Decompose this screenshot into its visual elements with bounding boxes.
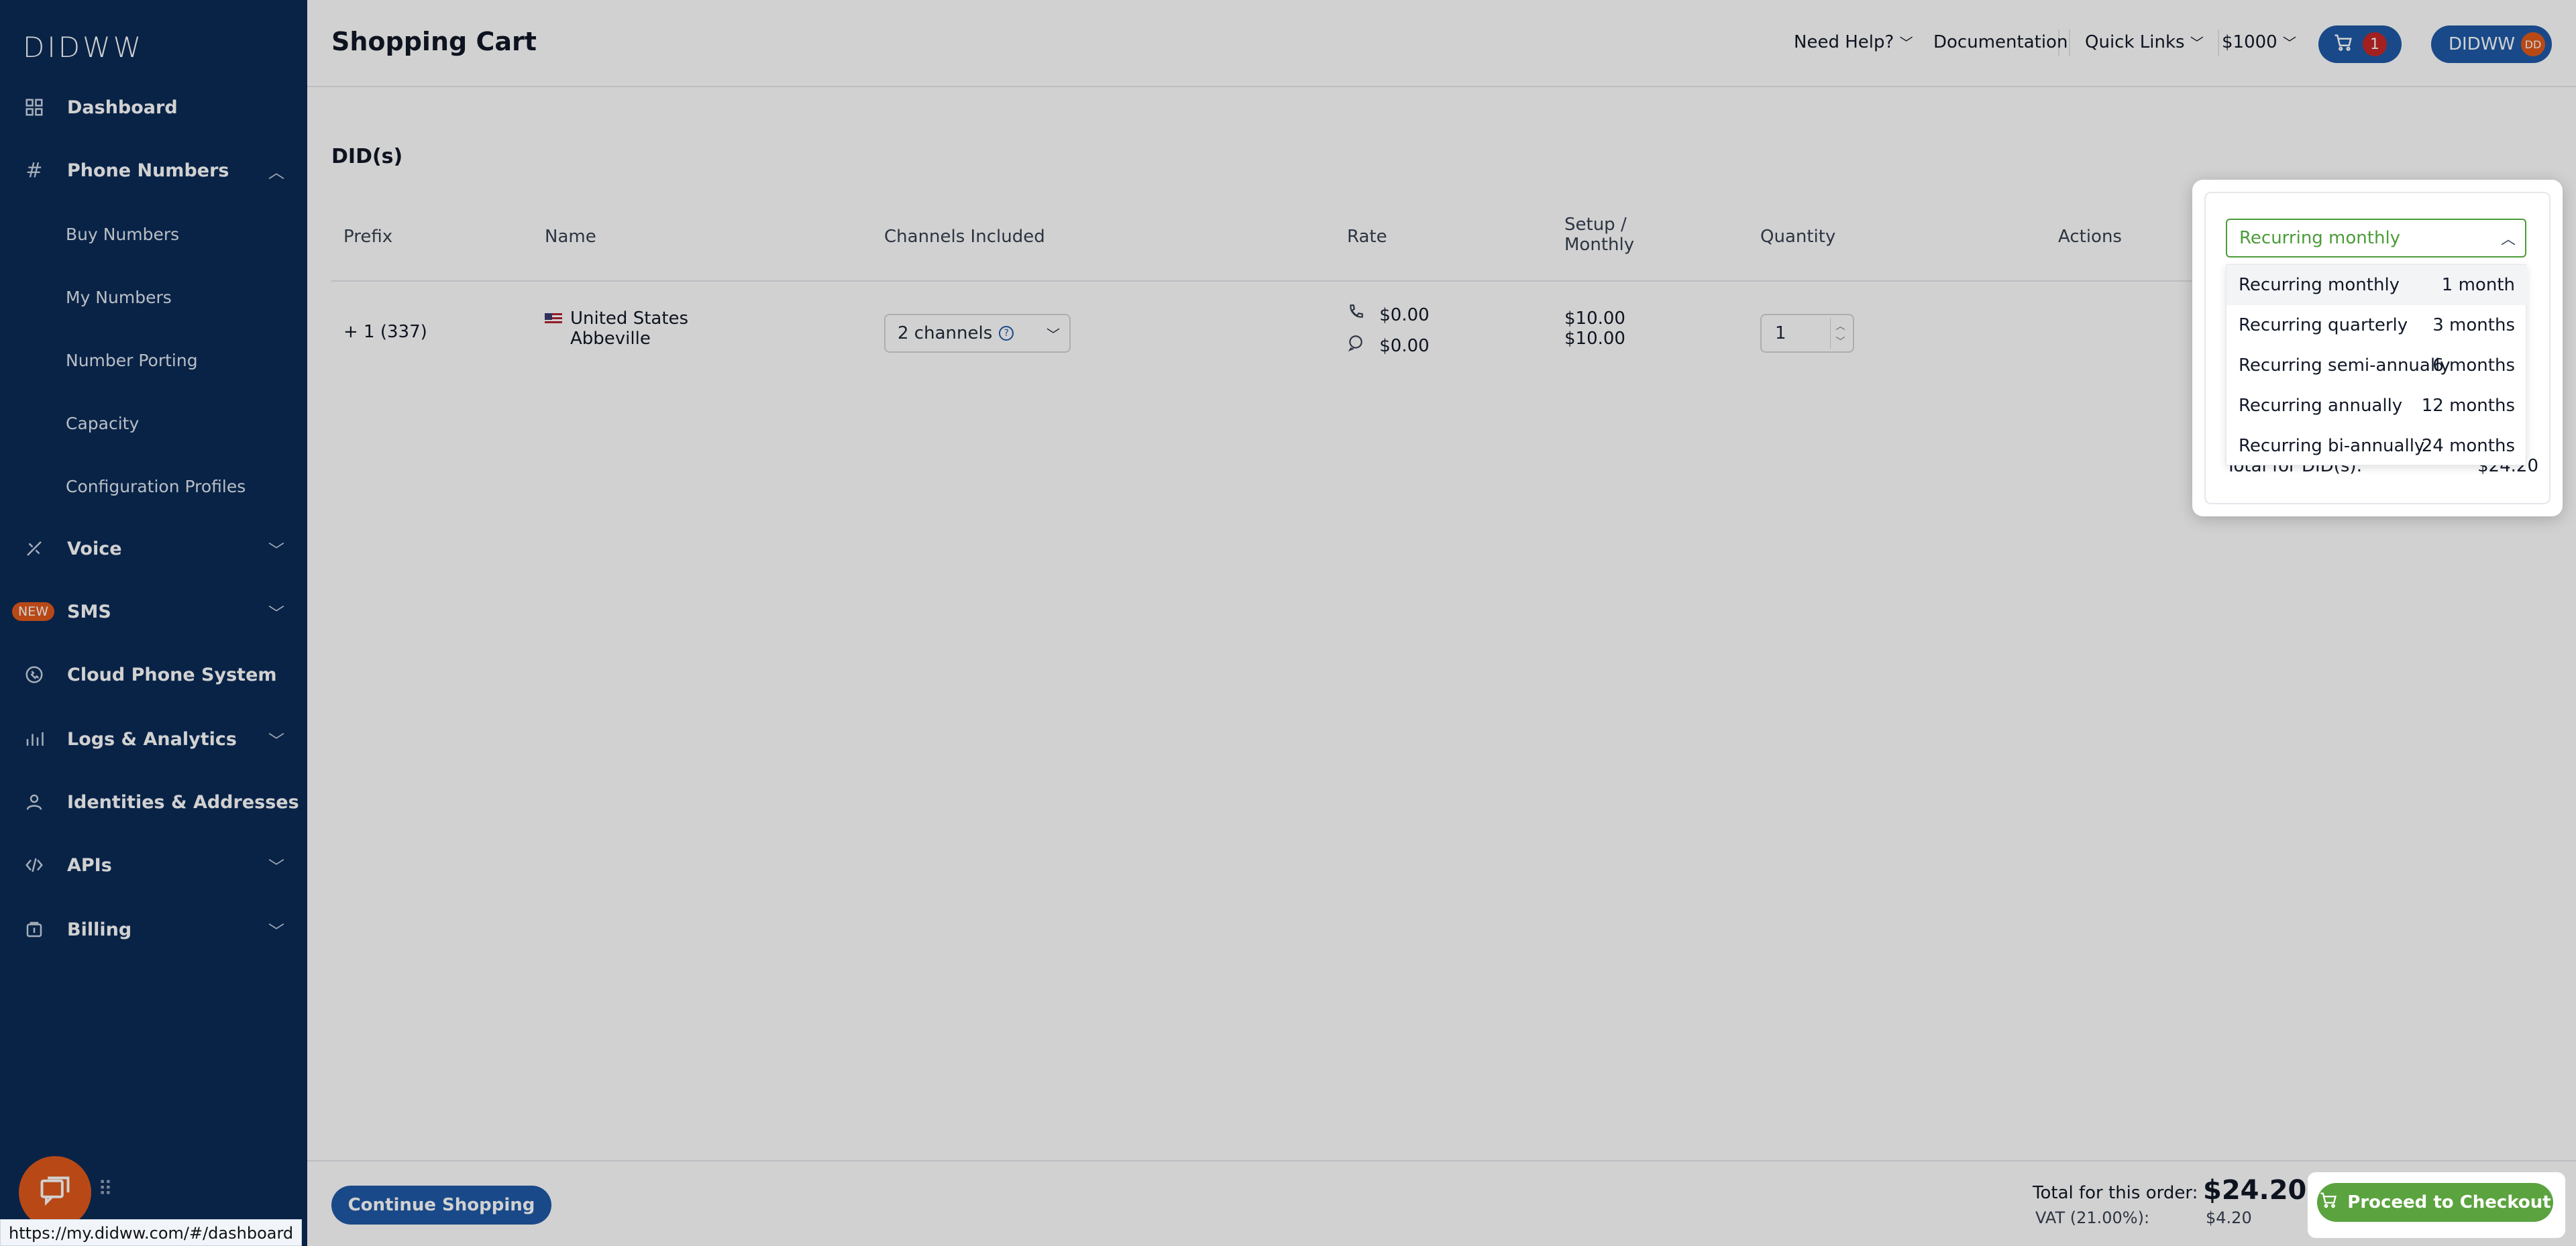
- option-label: Recurring monthly: [2239, 275, 2400, 295]
- option-period: 24 months: [2421, 436, 2515, 456]
- status-bar-url: https://my.didww.com/#/dashboard: [0, 1219, 303, 1246]
- option-label: Recurring bi-annually: [2239, 436, 2425, 456]
- option-period: 6 months: [2432, 355, 2515, 376]
- billing-period-select[interactable]: Recurring monthly ︿: [2226, 219, 2526, 258]
- proceed-to-checkout-button[interactable]: Proceed to Checkout: [2317, 1183, 2553, 1222]
- billing-period-dropdown: Recurring monthly 1 month Recurring quar…: [2226, 264, 2527, 466]
- modal-overlay[interactable]: [0, 0, 2576, 1246]
- option-period: 3 months: [2432, 315, 2515, 335]
- cart-icon: [2319, 1191, 2338, 1214]
- chevron-up-icon: ︿: [2500, 231, 2516, 248]
- option-recurring-semi-annually[interactable]: Recurring semi-annually 6 months: [2226, 345, 2527, 386]
- option-recurring-annually[interactable]: Recurring annually 12 months: [2226, 386, 2527, 426]
- checkout-label: Proceed to Checkout: [2347, 1192, 2551, 1212]
- option-period: 12 months: [2421, 396, 2515, 416]
- billing-period-card: Recurring monthly ︿ Total for DID(s): $2…: [2192, 180, 2563, 516]
- option-label: Recurring quarterly: [2239, 315, 2408, 335]
- option-period: 1 month: [2441, 275, 2515, 295]
- option-label: Recurring annually: [2239, 396, 2403, 416]
- billing-period-selected: Recurring monthly: [2239, 228, 2401, 248]
- option-label: Recurring semi-annually: [2239, 355, 2451, 376]
- option-recurring-quarterly[interactable]: Recurring quarterly 3 months: [2226, 305, 2527, 345]
- option-recurring-monthly[interactable]: Recurring monthly 1 month: [2226, 265, 2527, 305]
- option-recurring-bi-annually[interactable]: Recurring bi-annually 24 months: [2226, 426, 2527, 466]
